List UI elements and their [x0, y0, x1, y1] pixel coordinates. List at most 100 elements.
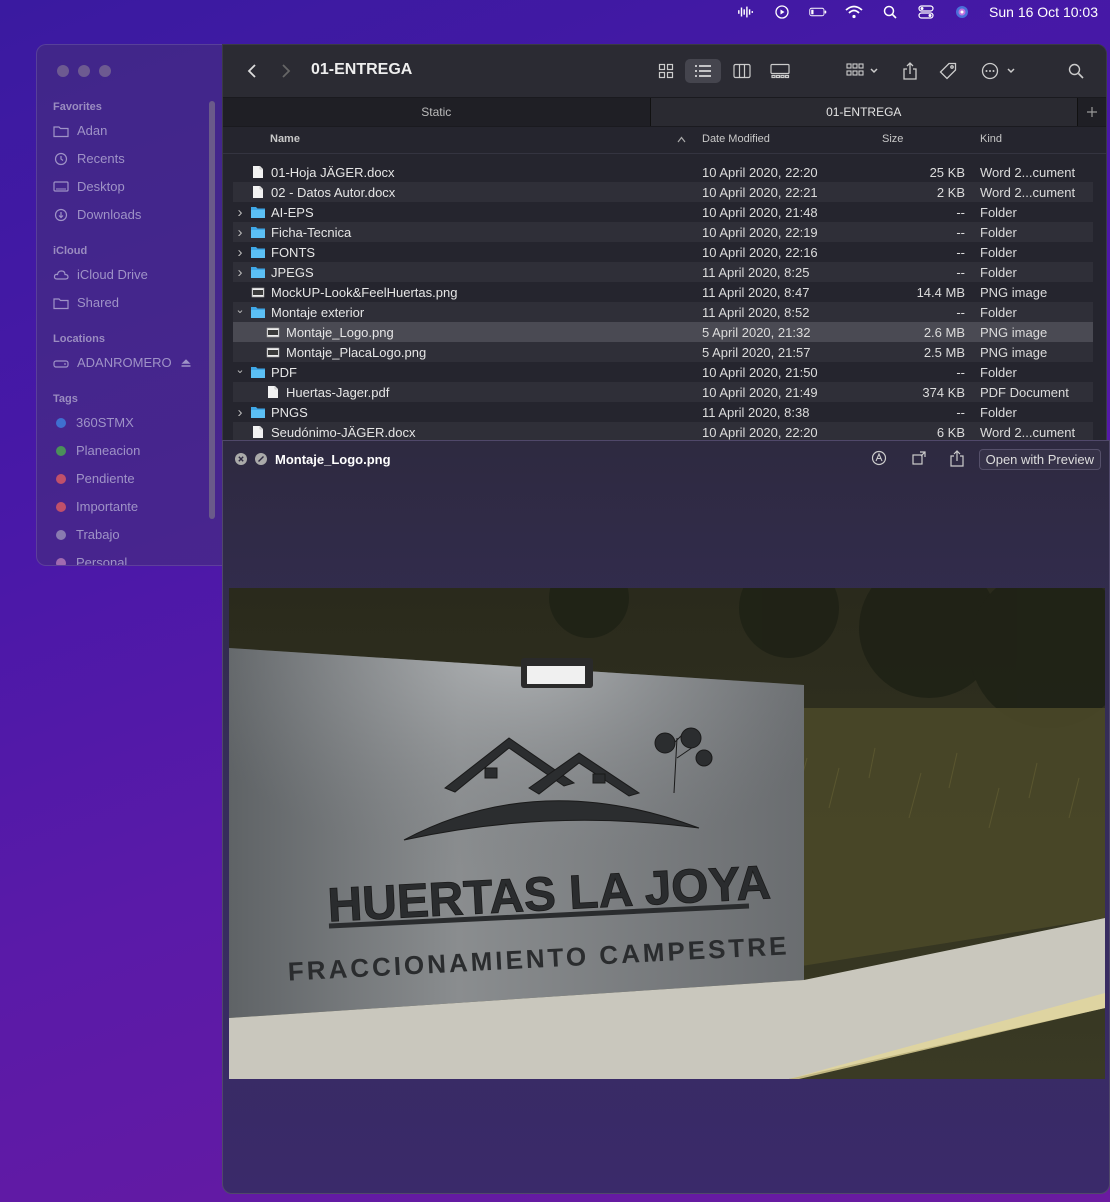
sidebar-item-recents[interactable]: Recents — [53, 151, 125, 166]
column-size-header[interactable]: Size — [882, 133, 903, 145]
group-by-button[interactable] — [843, 59, 883, 83]
desktop-icon — [53, 180, 69, 192]
share-icon[interactable] — [949, 450, 965, 467]
sidebar-item-desktop[interactable]: Desktop — [53, 179, 125, 194]
close-icon[interactable] — [235, 453, 247, 465]
sidebar-item-shared[interactable]: Shared — [53, 295, 119, 310]
tag-button[interactable] — [935, 59, 961, 83]
sort-ascending-icon[interactable] — [677, 134, 686, 146]
disclosure-open-icon[interactable]: ⌄ — [235, 363, 245, 376]
download-icon — [54, 208, 68, 221]
add-tab-button[interactable] — [1077, 98, 1106, 126]
sidebar-item-label: 360STMX — [76, 415, 134, 430]
file-size: 2.5 MB — [923, 344, 965, 360]
column-kind-header[interactable]: Kind — [980, 133, 1002, 145]
table-row[interactable]: ⌄ Montaje exterior 11 April 2020, 8:52 -- Fo… — [233, 302, 1093, 322]
file-name: Seudónimo-JÄGER.docx — [271, 424, 416, 440]
disclosure-closed-icon[interactable]: › — [235, 264, 245, 281]
column-view-button[interactable] — [729, 59, 755, 83]
sidebar-tag-trabajo[interactable]: Trabajo — [53, 527, 120, 542]
disclosure-closed-icon[interactable]: › — [235, 224, 245, 241]
date-modified: 10 April 2020, 21:48 — [702, 204, 818, 220]
sidebar-tag-importante[interactable]: Importante — [53, 499, 138, 514]
file-name-cell: › PNGS — [235, 404, 308, 421]
file-name: Montaje_Logo.png — [286, 324, 394, 340]
tags-header: Tags — [53, 393, 78, 405]
date-modified: 10 April 2020, 22:16 — [702, 244, 818, 260]
eject-icon[interactable] — [180, 356, 192, 370]
sidebar-item-downloads[interactable]: Downloads — [53, 207, 141, 222]
table-row[interactable]: › FONTS 10 April 2020, 22:16 -- Folder — [233, 242, 1093, 262]
tab-static[interactable]: Static — [223, 98, 650, 126]
sidebar-item-adan[interactable]: Adan — [53, 123, 107, 138]
table-row[interactable]: › JPEGS 11 April 2020, 8:25 -- Folder — [233, 262, 1093, 282]
table-row[interactable]: Montaje_Logo.png 5 April 2020, 21:32 2.6 M… — [233, 322, 1093, 342]
column-date-header[interactable]: Date Modified — [702, 133, 770, 145]
disclosure-closed-icon[interactable]: › — [235, 404, 245, 421]
clock[interactable]: Sun 16 Oct 10:03 — [989, 4, 1098, 20]
table-row[interactable]: ⌄ PDF 10 April 2020, 21:50 -- Folder — [233, 362, 1093, 382]
table-row[interactable]: Huertas-Jager.pdf 10 April 2020, 21:49 374… — [233, 382, 1093, 402]
sidebar-item-label: Downloads — [77, 207, 142, 222]
file-name: Montaje_PlacaLogo.png — [286, 344, 427, 360]
open-with-preview-button[interactable]: Open with Preview — [978, 449, 1101, 470]
zoom-window-button[interactable] — [99, 65, 111, 77]
sidebar-item-icloud-drive[interactable]: iCloud Drive — [53, 267, 148, 282]
forward-button[interactable] — [273, 59, 299, 83]
sidebar-tag-personal[interactable]: Personal — [53, 555, 127, 565]
close-window-button[interactable] — [57, 65, 69, 77]
disclosure-closed-icon[interactable]: › — [235, 204, 245, 221]
disclosure-open-icon[interactable]: ⌄ — [235, 303, 245, 316]
folder-icon — [53, 125, 69, 137]
sidebar-scrollbar[interactable] — [209, 101, 215, 519]
play-circle-icon[interactable] — [773, 5, 791, 19]
share-button[interactable] — [897, 59, 923, 83]
file-size: 6 KB — [936, 424, 965, 440]
table-row[interactable]: MockUP-Look&FeelHuertas.png 11 April 2020… — [233, 282, 1093, 302]
date-modified: 11 April 2020, 8:52 — [702, 304, 810, 320]
search-button[interactable] — [1063, 59, 1089, 83]
document-icon — [253, 426, 263, 438]
disclosure-closed-icon[interactable]: › — [235, 244, 245, 261]
siri-icon[interactable] — [953, 5, 971, 19]
back-button[interactable] — [239, 59, 265, 83]
table-row[interactable]: 01-Hoja JÄGER.docx 10 April 2020, 22:20 25… — [233, 162, 1093, 182]
tab-01-entrega[interactable]: 01-ENTREGA — [649, 98, 1077, 126]
rotate-icon[interactable] — [911, 450, 927, 466]
menu-bar: Sun 16 Oct 10:03 — [0, 0, 1110, 24]
gallery-view-button[interactable] — [767, 59, 793, 83]
file-name: PNGS — [271, 404, 308, 420]
table-row[interactable]: › PNGS 11 April 2020, 8:38 -- Folder — [233, 402, 1093, 422]
tab-bar: Static 01-ENTREGA — [223, 97, 1106, 127]
sidebar-item-adanromero[interactable]: ADANROMERO — [53, 355, 192, 370]
more-actions-button[interactable] — [979, 59, 1019, 83]
sidebar-tag-planeacion[interactable]: Planeacion — [53, 443, 140, 458]
battery-icon[interactable] — [809, 5, 827, 19]
file-name-cell: › Ficha-Tecnica — [235, 224, 352, 241]
sidebar-item-label: Trabajo — [76, 527, 120, 542]
markup-icon[interactable] — [871, 450, 887, 466]
wifi-icon[interactable] — [845, 5, 863, 19]
column-name-header[interactable]: Name — [270, 133, 300, 145]
spotlight-search-icon[interactable] — [881, 5, 899, 19]
file-size: -- — [956, 244, 965, 260]
file-name-cell: ⌄ Montaje exterior — [235, 303, 364, 320]
control-center-icon[interactable] — [917, 5, 935, 19]
table-row[interactable]: › Ficha-Tecnica 10 April 2020, 22:19 -- Fold… — [233, 222, 1093, 242]
fullscreen-icon[interactable] — [255, 453, 267, 465]
audio-waveform-icon[interactable] — [737, 5, 755, 19]
sidebar-item-label: Planeacion — [76, 443, 141, 458]
file-kind: PNG image — [980, 324, 1048, 340]
table-row[interactable]: › AI-EPS 10 April 2020, 21:48 -- Folder — [233, 202, 1093, 222]
list-view-button[interactable] — [685, 59, 721, 83]
table-row[interactable]: Seudónimo-JÄGER.docx 10 April 2020, 22:20… — [233, 422, 1093, 441]
file-name-cell: › FONTS — [235, 244, 316, 261]
folder-icon — [251, 227, 265, 238]
sidebar-tag-pendiente[interactable]: Pendiente — [53, 471, 135, 486]
icon-view-button[interactable] — [653, 59, 679, 83]
minimize-window-button[interactable] — [78, 65, 90, 77]
table-row[interactable]: 02 - Datos Autor.docx 10 April 2020, 22:2… — [233, 182, 1093, 202]
date-modified: 11 April 2020, 8:25 — [702, 264, 810, 280]
sidebar-tag-360stmx[interactable]: 360STMX — [53, 415, 134, 430]
table-row[interactable]: Montaje_PlacaLogo.png 5 April 2020, 21:57… — [233, 342, 1093, 362]
